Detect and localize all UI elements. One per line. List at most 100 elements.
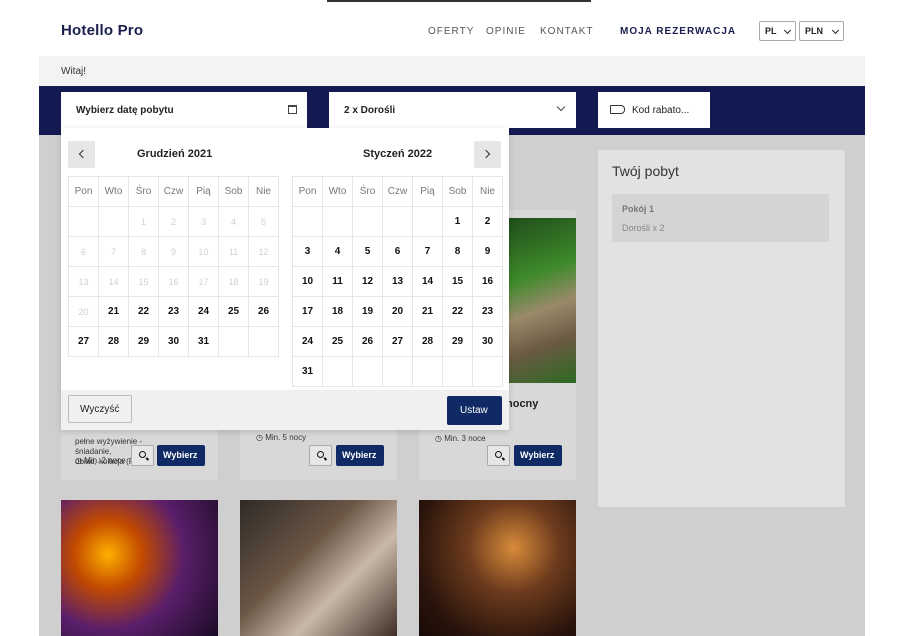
previous-month-button[interactable] [68,141,95,168]
day-cell[interactable]: 29 [443,327,473,357]
day-cell[interactable]: 12 [353,267,383,297]
disabled-day-cell: 8 [129,237,159,267]
offer-choose-button[interactable]: Wybierz [514,445,562,466]
nav-contact-link[interactable]: KONTAKT [540,26,593,37]
empty-day-cell [219,327,249,357]
weekday-header: Wto [99,177,129,207]
weekday-header: Pią [413,177,443,207]
day-cell[interactable]: 27 [69,327,99,357]
day-cell[interactable]: 28 [99,327,129,357]
disabled-day-cell: 1 [129,207,159,237]
empty-day-cell [383,357,413,387]
day-cell[interactable]: 17 [293,297,323,327]
next-month-button[interactable] [474,141,501,168]
weekday-header: Pon [69,177,99,207]
day-cell[interactable]: 21 [99,297,129,327]
day-cell[interactable]: 23 [159,297,189,327]
day-cell[interactable]: 10 [293,267,323,297]
day-cell[interactable]: 23 [473,297,503,327]
day-cell[interactable]: 8 [443,237,473,267]
day-cell[interactable]: 22 [443,297,473,327]
offer-title: nocny [506,398,539,410]
day-cell[interactable]: 24 [189,297,219,327]
disabled-day-cell: 2 [159,207,189,237]
day-cell[interactable]: 11 [323,267,353,297]
day-cell[interactable]: 16 [473,267,503,297]
day-cell[interactable]: 30 [159,327,189,357]
nav-reviews-link[interactable]: OPINIE [486,26,526,37]
empty-day-cell [99,207,129,237]
date-field-label: Wybierz datę pobytu [76,105,174,116]
guests-value: 2 x Dorośli [344,105,396,116]
day-cell[interactable]: 31 [293,357,323,387]
day-cell[interactable]: 21 [413,297,443,327]
empty-day-cell [413,357,443,387]
day-cell[interactable]: 9 [473,237,503,267]
day-cell[interactable]: 18 [323,297,353,327]
disabled-day-cell: 14 [99,267,129,297]
day-cell[interactable]: 20 [383,297,413,327]
summary-title: Twój pobyt [612,163,679,179]
day-cell[interactable]: 25 [323,327,353,357]
offer-preview-button[interactable] [131,445,154,466]
day-cell[interactable]: 3 [293,237,323,267]
empty-day-cell [293,207,323,237]
day-cell[interactable]: 24 [293,327,323,357]
set-button[interactable]: Ustaw [447,396,502,425]
disabled-day-cell: 19 [249,267,279,297]
site-header: Hotello Pro OFERTY OPINIE KONTAKT MOJA R… [0,0,900,56]
day-cell[interactable]: 1 [443,207,473,237]
offer-photo [61,500,218,636]
day-cell[interactable]: 31 [189,327,219,357]
language-select[interactable]: PL [759,21,796,41]
day-cell[interactable]: 28 [413,327,443,357]
empty-day-cell [353,357,383,387]
day-cell[interactable]: 7 [413,237,443,267]
nights-text: Min. 2 noce [84,456,126,465]
coupon-field[interactable]: Kod rabato... [598,92,710,128]
empty-day-cell [383,207,413,237]
day-cell[interactable]: 13 [383,267,413,297]
day-cell[interactable]: 25 [219,297,249,327]
guests-select[interactable]: 2 x Dorośli [329,92,576,128]
site-logo[interactable]: Hotello Pro [61,22,143,39]
nav-offers-link[interactable]: OFERTY [428,26,474,37]
day-cell[interactable]: 29 [129,327,159,357]
weekday-header: Pon [293,177,323,207]
date-picker: Grudzień 2021 Styczeń 2022 Pon Wto Śro Czw P… [61,128,509,430]
offer-choose-button[interactable]: Wybierz [336,445,384,466]
disabled-day-cell: 4 [219,207,249,237]
day-cell[interactable]: 26 [249,297,279,327]
offer-min-nights: ◷ Min. 3 noce [435,434,486,443]
day-cell[interactable]: 2 [473,207,503,237]
disabled-day-cell: 11 [219,237,249,267]
day-cell[interactable]: 19 [353,297,383,327]
empty-day-cell [323,207,353,237]
search-icon [139,451,146,458]
date-picker-footer: Wyczyść Ustaw [61,390,509,430]
offer-min-nights: ◷ Min. 5 nocy [256,433,307,442]
search-icon [317,451,324,458]
day-cell[interactable]: 6 [383,237,413,267]
weekday-header: Śro [129,177,159,207]
day-cell[interactable]: 30 [473,327,503,357]
date-field[interactable]: Wybierz datę pobytu [61,92,307,128]
offer-min-nights: ◷ Min. 2 noce [75,456,126,465]
offer-choose-button[interactable]: Wybierz [157,445,205,466]
day-cell[interactable]: 14 [413,267,443,297]
currency-select[interactable]: PLN [799,21,844,41]
day-cell[interactable]: 22 [129,297,159,327]
day-cell[interactable]: 15 [443,267,473,297]
my-reservation-link[interactable]: MOJA REZERWACJA [620,26,736,37]
day-cell[interactable]: 27 [383,327,413,357]
day-cell[interactable]: 26 [353,327,383,357]
disabled-day-cell: 18 [219,267,249,297]
chevron-right-icon [481,149,491,159]
day-cell[interactable]: 4 [323,237,353,267]
offer-preview-button[interactable] [309,445,332,466]
disabled-day-cell: 12 [249,237,279,267]
offer-preview-button[interactable] [487,445,510,466]
disabled-day-cell: 15 [129,267,159,297]
day-cell[interactable]: 5 [353,237,383,267]
clear-button[interactable]: Wyczyść [68,395,132,423]
